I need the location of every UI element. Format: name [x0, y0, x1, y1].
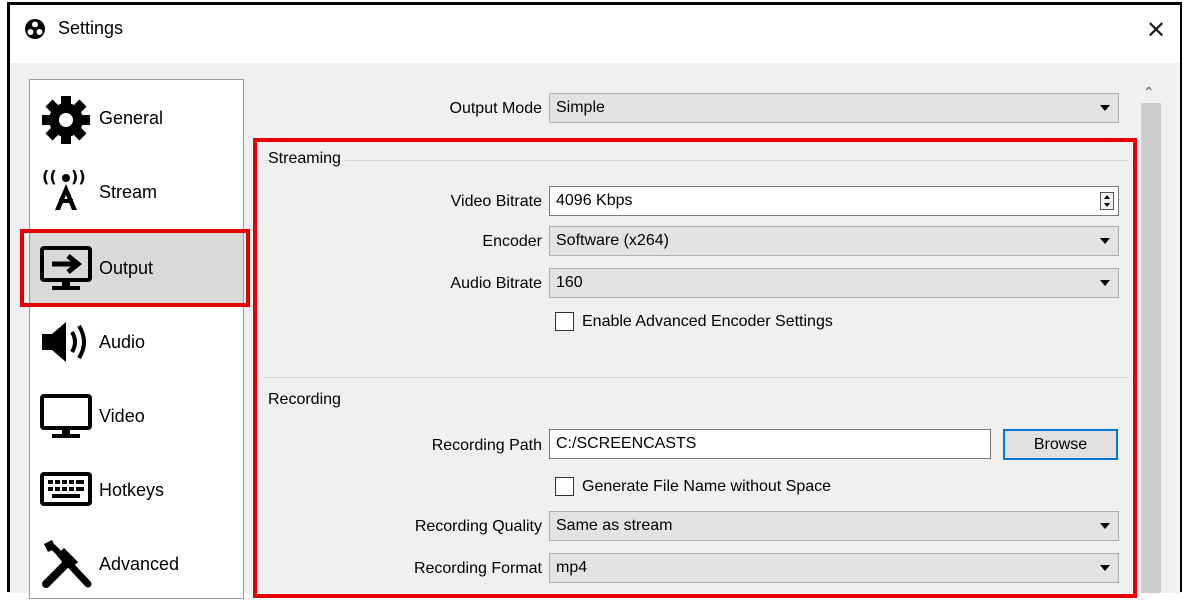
sidebar-item-label: Advanced [99, 554, 180, 574]
recording-quality-label: Recording Quality [414, 518, 542, 535]
recording-group-title: Recording [268, 391, 345, 409]
scroll-up-arrow-icon[interactable]: ⌃ [1143, 84, 1155, 101]
chevron-down-icon [1100, 523, 1110, 529]
audio-bitrate-select[interactable]: 160 [549, 268, 1119, 298]
sidebar-item-label: Hotkeys [99, 480, 165, 500]
encoder-label: Encoder [482, 233, 542, 250]
chevron-down-icon [1100, 105, 1110, 111]
filename-nospace-label[interactable]: Generate File Name without Space [582, 478, 831, 496]
output-mode-value: Simple [556, 99, 605, 116]
audio-bitrate-value: 160 [556, 274, 583, 291]
spin-arrows-icon[interactable] [1100, 192, 1114, 210]
recording-quality-select[interactable]: Same as stream [549, 511, 1119, 541]
sidebar-item-advanced[interactable]: Advanced [30, 528, 243, 600]
filename-nospace-checkbox[interactable] [555, 477, 574, 496]
title-bar [10, 5, 1180, 63]
output-mode-select[interactable]: Simple [549, 93, 1119, 123]
recording-group-border [263, 377, 1129, 378]
svg-text:((: (( [42, 167, 57, 186]
sidebar-item-hotkeys[interactable]: Hotkeys [30, 454, 243, 526]
tools-icon [42, 540, 92, 588]
sidebar-item-label: General [99, 108, 164, 128]
video-bitrate-spinbox[interactable]: 4096 Kbps [549, 186, 1119, 216]
obs-logo-icon [25, 19, 45, 39]
output-mode-label: Output Mode [449, 100, 543, 117]
sidebar-item-label: Video [99, 406, 145, 426]
speaker-icon [42, 322, 86, 362]
settings-window: Settings ✕ General (()) Stream Output A… [0, 0, 1184, 599]
encoder-select[interactable]: Software (x264) [549, 226, 1119, 256]
streaming-group-border [263, 160, 1129, 161]
window-title: Settings [58, 18, 124, 38]
sidebar-item-label: Stream [99, 182, 158, 202]
recording-path-input[interactable]: C:/SCREENCASTS [549, 429, 991, 459]
recording-quality-value: Same as stream [556, 517, 673, 534]
recording-format-value: mp4 [556, 559, 588, 576]
scrollbar-thumb[interactable] [1141, 103, 1161, 593]
sidebar-item-video[interactable]: Video [30, 380, 243, 452]
video-bitrate-label: Video Bitrate [450, 193, 542, 210]
gear-icon [42, 96, 90, 144]
recording-format-select[interactable]: mp4 [549, 553, 1119, 583]
sidebar-item-label: Audio [99, 332, 146, 352]
close-button[interactable]: ✕ [1136, 10, 1176, 50]
advanced-encoder-label[interactable]: Enable Advanced Encoder Settings [582, 313, 833, 331]
video-bitrate-value: 4096 Kbps [556, 192, 633, 209]
recording-path-label: Recording Path [431, 437, 542, 454]
audio-bitrate-label: Audio Bitrate [450, 275, 542, 292]
recording-format-label: Recording Format [413, 560, 542, 577]
svg-text:)): )) [71, 167, 86, 186]
sidebar-item-audio[interactable]: Audio [30, 306, 243, 378]
recording-path-value: C:/SCREENCASTS [556, 435, 697, 452]
chevron-down-icon [1100, 280, 1110, 286]
output-highlight-box [20, 229, 250, 307]
browse-button[interactable]: Browse [1003, 429, 1118, 460]
chevron-down-icon [1100, 565, 1110, 571]
monitor-icon [40, 394, 92, 438]
close-icon: ✕ [1145, 16, 1167, 44]
antenna-icon: (( )) [42, 167, 86, 210]
sidebar-item-stream[interactable]: (( )) Stream [30, 156, 243, 228]
chevron-down-icon [1100, 238, 1110, 244]
streaming-group-title: Streaming [268, 150, 345, 168]
keyboard-icon [40, 472, 92, 506]
advanced-encoder-checkbox[interactable] [555, 312, 574, 331]
sidebar-item-general[interactable]: General [30, 82, 243, 154]
encoder-value: Software (x264) [556, 232, 669, 249]
settings-sidebar: General (( )) Stream Output Audio Video … [29, 79, 244, 599]
